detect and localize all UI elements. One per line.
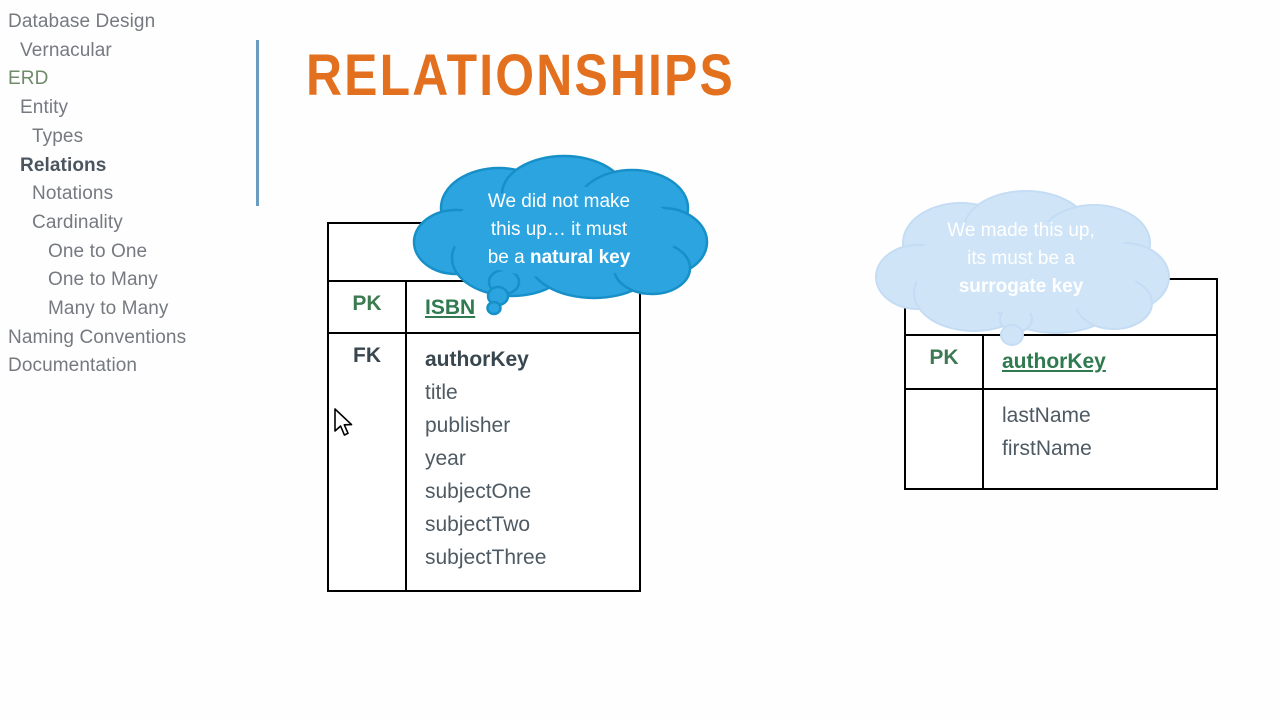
book-pk-label: PK bbox=[329, 282, 407, 332]
outline-divider bbox=[256, 40, 259, 206]
author-attribute-lastname: lastName bbox=[1002, 404, 1091, 427]
surrogate-key-bubble-emphasis: surrogate key bbox=[958, 276, 1084, 297]
outline-item-documentation[interactable]: Documentation bbox=[0, 352, 250, 381]
book-attribute-authorkey: authorKey bbox=[425, 348, 529, 371]
author-attributes-row: lastName firstName bbox=[906, 390, 1216, 488]
book-attributes-row: FK authorKey title publisher year subjec… bbox=[329, 334, 639, 590]
book-fk-label: FK bbox=[329, 334, 407, 590]
outline-item-many-to-many[interactable]: Many to Many bbox=[0, 295, 250, 324]
outline-item-naming-conventions[interactable]: Naming Conventions bbox=[0, 324, 250, 353]
book-attributes-cell: authorKey title publisher year subjectOn… bbox=[407, 334, 639, 590]
book-attribute-subjectone: subjectOne bbox=[425, 480, 532, 503]
surrogate-key-bubble-line2: its must be a bbox=[967, 248, 1075, 269]
book-attribute-subjectthree: subjectThree bbox=[425, 546, 547, 569]
outline-item-one-to-one[interactable]: One to One bbox=[0, 238, 250, 267]
author-attribute-firstname: firstName bbox=[1002, 437, 1092, 460]
slide-canvas: Database Design Vernacular ERD Entity Ty… bbox=[0, 0, 1280, 720]
natural-key-bubble-emphasis: natural key bbox=[529, 247, 631, 268]
outline-item-database-design[interactable]: Database Design bbox=[0, 8, 250, 37]
natural-key-bubble: We did not make this up… it must be a na… bbox=[404, 150, 714, 330]
surrogate-key-bubble: We made this up, its must be a surrogate… bbox=[866, 185, 1176, 365]
surrogate-key-bubble-line1: We made this up, bbox=[947, 220, 1095, 241]
outline-item-erd[interactable]: ERD bbox=[0, 65, 250, 94]
author-attributes-cell: lastName firstName bbox=[984, 390, 1216, 488]
natural-key-bubble-line1: We did not make bbox=[487, 191, 631, 212]
outline-item-types[interactable]: Types bbox=[0, 123, 250, 152]
outline-item-notations[interactable]: Notations bbox=[0, 180, 250, 209]
natural-key-bubble-line3: be a natural key bbox=[434, 244, 684, 272]
outline-item-entity[interactable]: Entity bbox=[0, 94, 250, 123]
book-attribute-title: title bbox=[425, 381, 458, 404]
outline-item-cardinality[interactable]: Cardinality bbox=[0, 209, 250, 238]
outline-item-vernacular[interactable]: Vernacular bbox=[0, 37, 250, 66]
outline-item-relations[interactable]: Relations bbox=[0, 152, 250, 181]
surrogate-key-bubble-text: We made this up, its must be a surrogate… bbox=[896, 217, 1146, 301]
surrogate-key-bubble-line3: surrogate key bbox=[896, 273, 1146, 301]
book-attribute-subjecttwo: subjectTwo bbox=[425, 513, 531, 536]
natural-key-bubble-line3-prefix: be a bbox=[487, 247, 530, 268]
book-attribute-year: year bbox=[425, 447, 466, 470]
natural-key-bubble-line2: this up… it must bbox=[490, 219, 628, 240]
outline-item-one-to-many[interactable]: One to Many bbox=[0, 266, 250, 295]
author-fk-label bbox=[906, 390, 984, 488]
outline-panel: Database Design Vernacular ERD Entity Ty… bbox=[0, 8, 250, 381]
book-attribute-publisher: publisher bbox=[425, 414, 511, 437]
natural-key-bubble-text: We did not make this up… it must be a na… bbox=[434, 188, 684, 272]
page-title: RELATIONSHIPS bbox=[306, 43, 735, 108]
